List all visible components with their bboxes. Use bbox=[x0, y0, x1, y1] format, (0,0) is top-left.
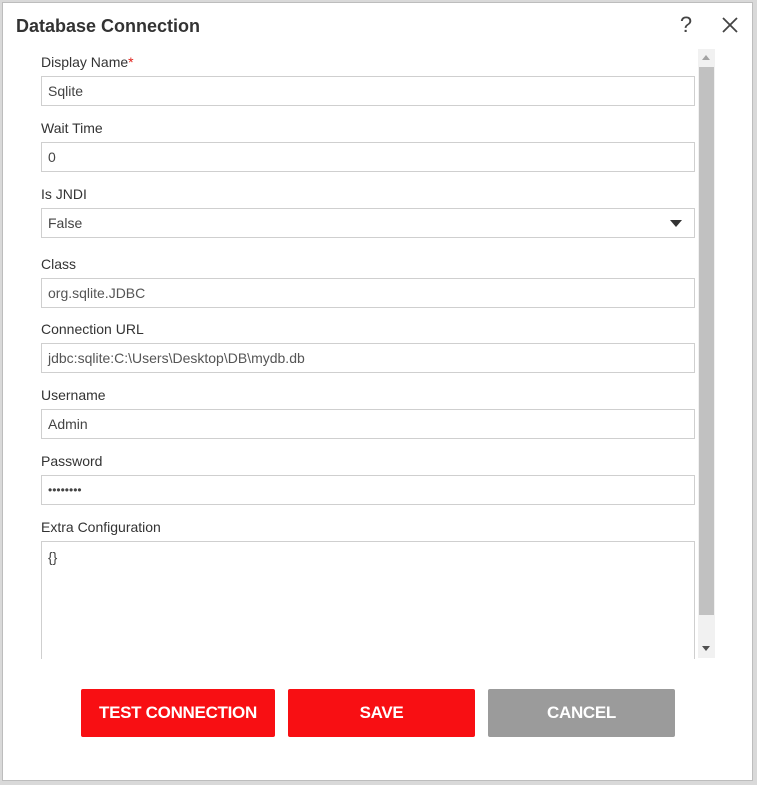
extra-configuration-label: Extra Configuration bbox=[41, 519, 161, 535]
form-scroll-area: Display Name* Sqlite Wait Time 0 Is JNDI… bbox=[3, 47, 717, 659]
username-input[interactable]: Admin bbox=[41, 409, 695, 439]
field-class: Class org.sqlite.JDBC bbox=[41, 255, 695, 308]
field-is-jndi: Is JNDI False bbox=[41, 185, 695, 238]
dialog-title: Database Connection bbox=[16, 16, 201, 36]
field-extra-configuration: Extra Configuration {} bbox=[41, 518, 695, 659]
field-display-name: Display Name* Sqlite bbox=[41, 53, 695, 106]
username-label: Username bbox=[41, 387, 106, 403]
password-label: Password bbox=[41, 453, 103, 469]
scroll-thumb[interactable] bbox=[699, 67, 714, 615]
field-wait-time: Wait Time 0 bbox=[41, 119, 695, 172]
connection-url-input[interactable]: jdbc:sqlite:C:\Users\Desktop\DB\mydb.db bbox=[41, 343, 695, 373]
scroll-up-arrow-icon[interactable] bbox=[702, 55, 710, 60]
field-username: Username Admin bbox=[41, 386, 695, 439]
close-icon[interactable] bbox=[718, 13, 742, 37]
chevron-down-icon bbox=[670, 220, 682, 227]
database-connection-dialog: Database Connection ? Display Name* Sqli… bbox=[2, 2, 753, 781]
required-mark: * bbox=[128, 54, 134, 70]
connection-url-label: Connection URL bbox=[41, 321, 144, 337]
is-jndi-selected-value: False bbox=[48, 215, 83, 231]
field-connection-url: Connection URL jdbc:sqlite:C:\Users\Desk… bbox=[41, 320, 695, 373]
form-scrollbar[interactable] bbox=[698, 49, 715, 658]
display-name-input[interactable]: Sqlite bbox=[41, 76, 695, 106]
wait-time-label: Wait Time bbox=[41, 120, 103, 136]
scroll-down-arrow-icon[interactable] bbox=[702, 646, 710, 651]
field-password: Password •••••••• bbox=[41, 452, 695, 505]
is-jndi-label: Is JNDI bbox=[41, 186, 87, 202]
is-jndi-select[interactable]: False bbox=[41, 208, 695, 238]
class-label: Class bbox=[41, 256, 77, 272]
save-button[interactable]: SAVE bbox=[288, 689, 475, 737]
test-connection-button[interactable]: TEST CONNECTION bbox=[81, 689, 275, 737]
help-icon[interactable]: ? bbox=[674, 11, 698, 39]
extra-configuration-textarea[interactable]: {} bbox=[41, 541, 695, 659]
dialog-header: Database Connection ? bbox=[3, 3, 752, 47]
password-input[interactable]: •••••••• bbox=[41, 475, 695, 505]
cancel-button[interactable]: CANCEL bbox=[488, 689, 675, 737]
display-name-label: Display Name* bbox=[41, 54, 134, 70]
class-input[interactable]: org.sqlite.JDBC bbox=[41, 278, 695, 308]
wait-time-input[interactable]: 0 bbox=[41, 142, 695, 172]
